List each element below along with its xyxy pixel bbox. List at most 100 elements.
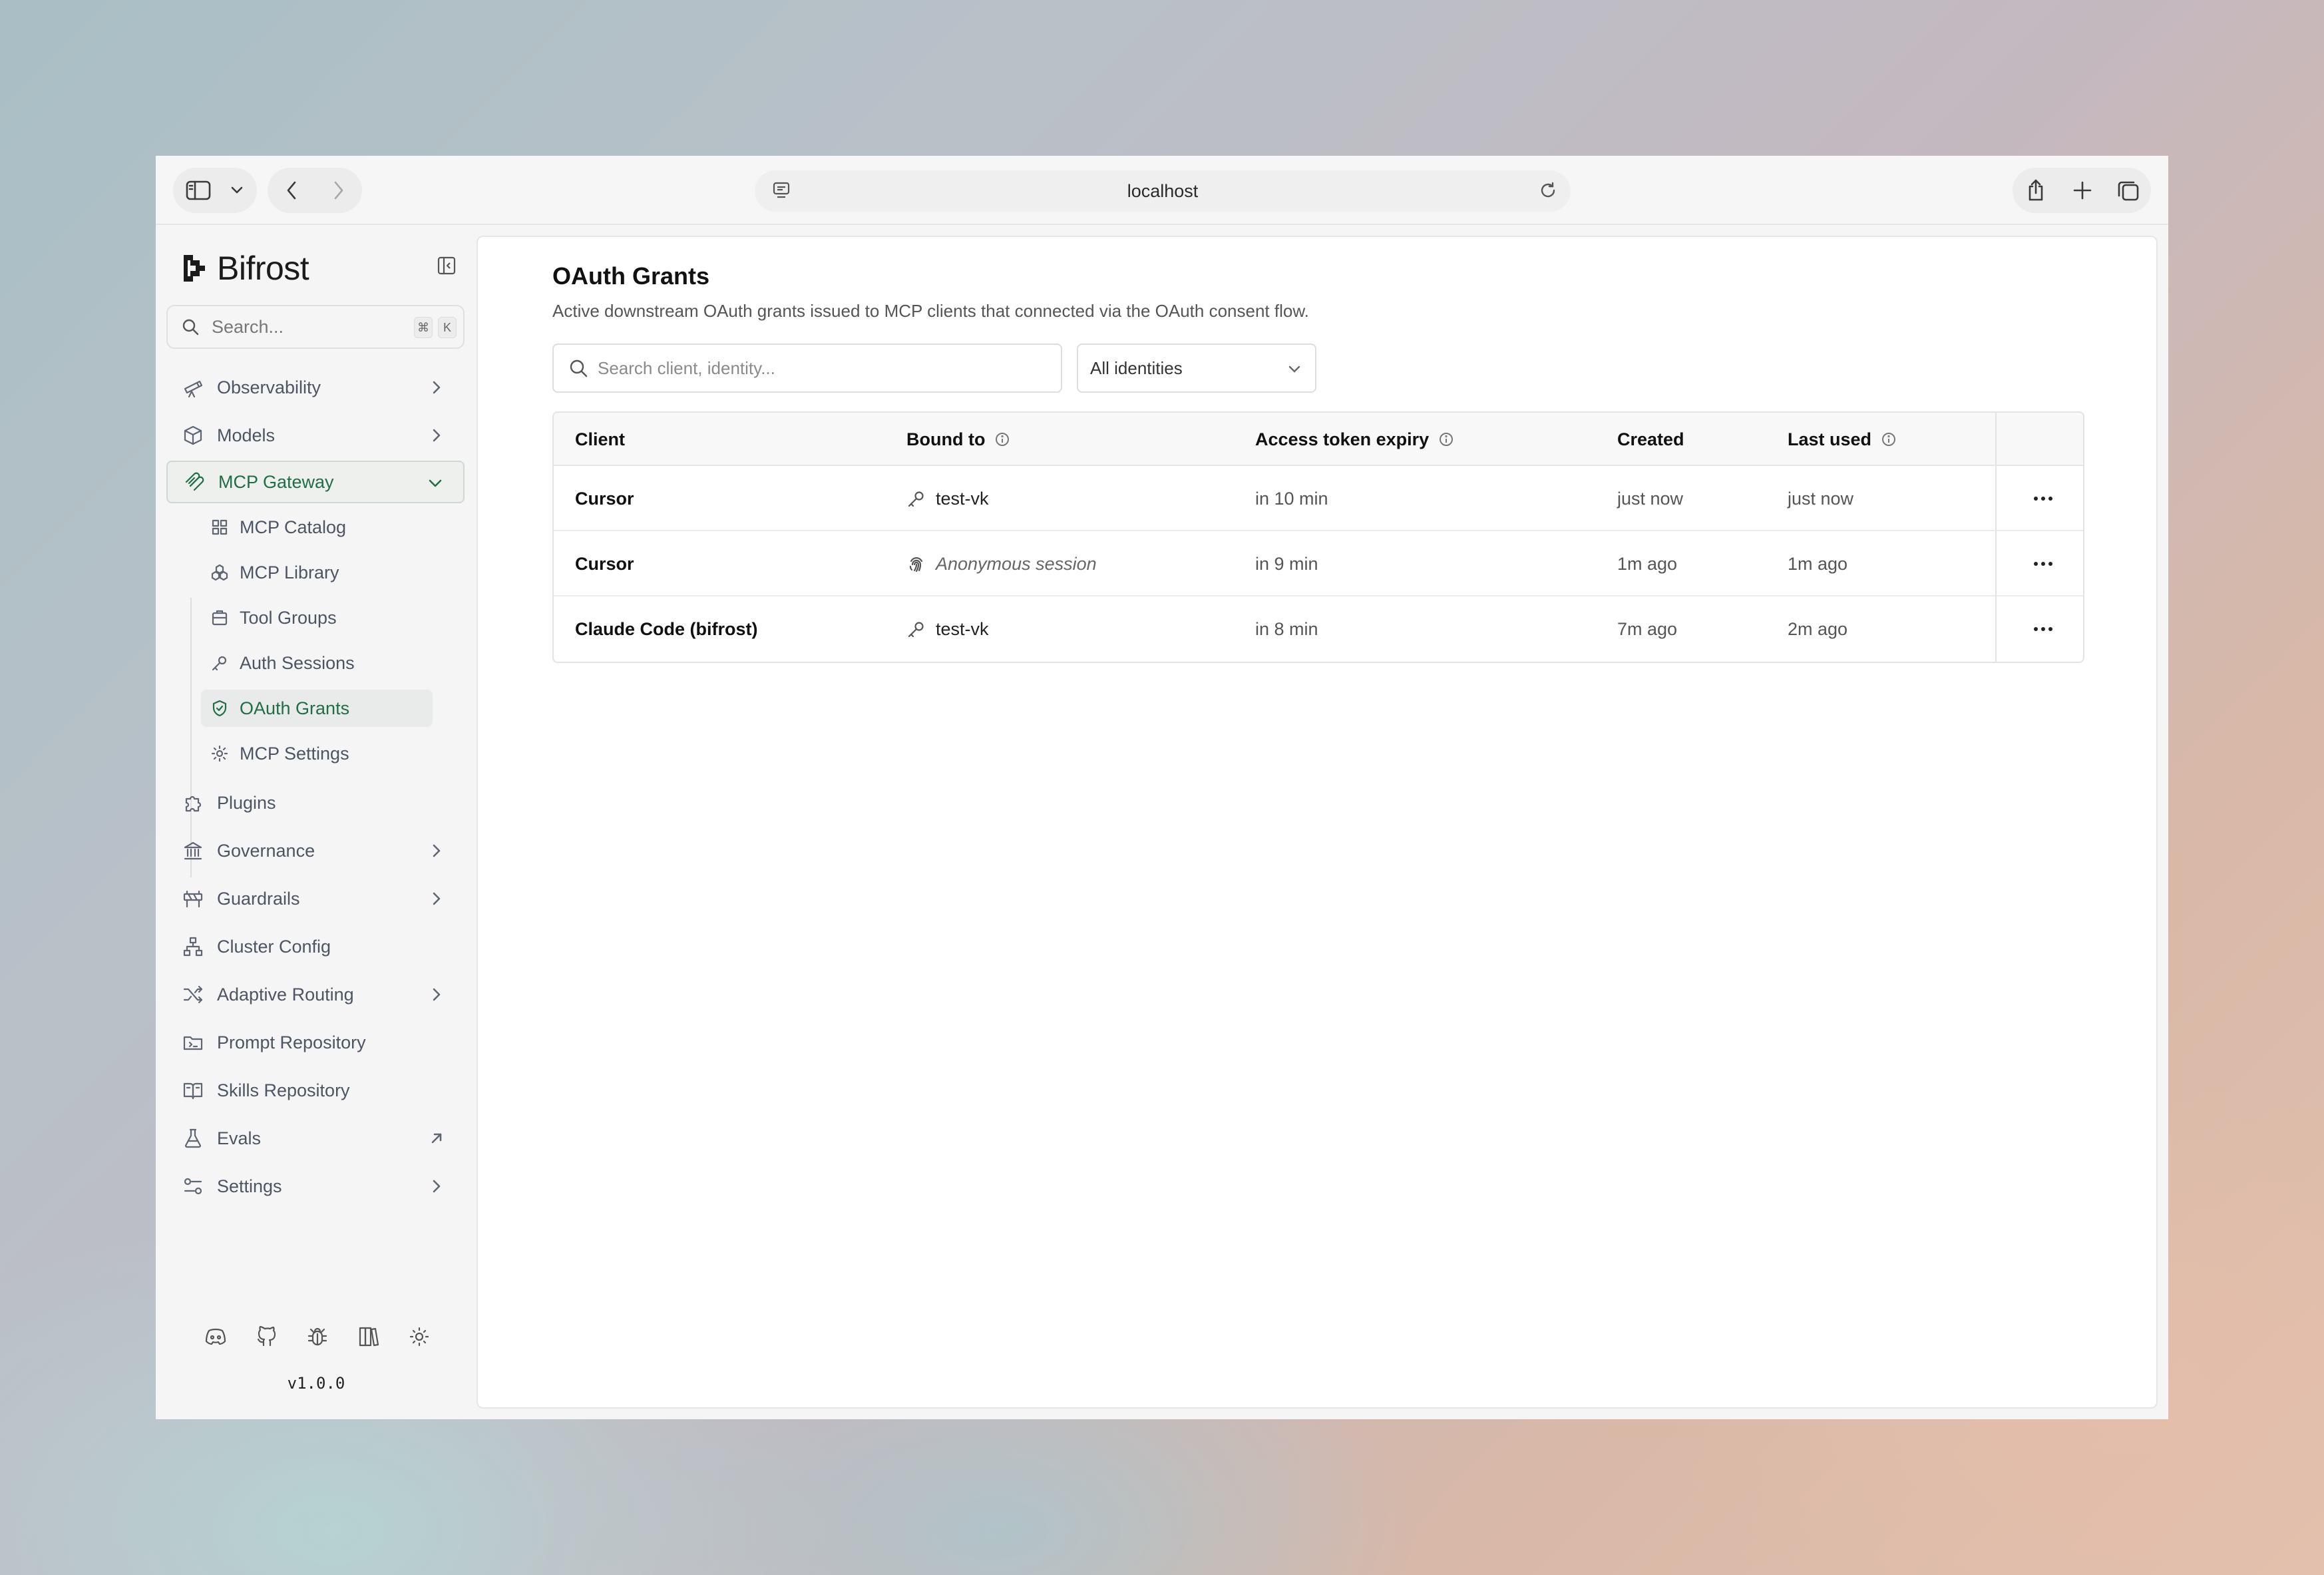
info-icon[interactable] [1438,431,1454,447]
sidebar-toggle-group [173,168,257,213]
grid-icon [210,518,229,537]
sidebar-item-mcp-gateway[interactable]: MCP Gateway [166,461,465,503]
github-icon[interactable] [252,1322,282,1351]
chevron-down-icon [1286,361,1303,378]
row-actions-icon[interactable] [2030,466,2056,531]
sidebar-item-label: Observability [217,377,321,397]
column-label: Client [575,429,626,449]
info-icon[interactable] [1881,431,1897,447]
row-actions-icon[interactable] [2030,596,2056,662]
discord-icon[interactable] [201,1322,230,1351]
sidebar-item-oauth-grants[interactable]: OAuth Grants [201,690,433,727]
key-icon [906,619,926,639]
info-icon[interactable] [994,431,1010,447]
cell-bound-to: test-vk [906,596,989,662]
cell-client: Claude Code (bifrost) [575,618,758,639]
cell-expiry: in 8 min [1255,618,1318,639]
sun-icon[interactable] [405,1322,434,1351]
search-icon [570,359,588,377]
chevron-down-icon [426,474,445,493]
new-tab-icon[interactable] [2059,168,2106,213]
share-icon[interactable] [2013,168,2059,213]
cell-last-used: just now [1788,488,1854,509]
app-logo[interactable]: Bifrost [182,249,309,288]
chevron-right-icon [427,889,446,908]
reload-icon[interactable] [1539,181,1557,203]
kbd-k: K [438,317,457,338]
sidebar-item-governance[interactable]: Governance [166,829,465,872]
bound-to-label: test-vk [936,618,989,639]
sidebar-item-observability[interactable]: Observability [166,366,465,409]
sidebar-item-settings[interactable]: Settings [166,1165,465,1208]
sidebar-item-label: Skills Repository [217,1080,350,1100]
chevron-right-icon [427,985,446,1004]
sidebar-item-mcp-catalog[interactable]: MCP Catalog [201,509,433,546]
sidebar-item-label: Prompt Repository [217,1032,366,1052]
network-icon [181,935,205,959]
tab-overview-icon[interactable] [2106,168,2151,213]
docs-icon[interactable] [354,1322,383,1351]
sidebar-item-label: MCP Library [240,562,339,582]
table-row[interactable]: Cursor test-vk in 10 min just now just n… [554,466,2083,531]
forward-icon[interactable] [315,168,362,213]
sidebar-item-prompt-repository[interactable]: Prompt Repository [166,1021,465,1064]
sidebar-item-adaptive-routing[interactable]: Adaptive Routing [166,973,465,1016]
back-icon[interactable] [268,168,315,213]
sidebar-item-evals[interactable]: Evals [166,1117,465,1160]
search-icon [182,319,199,336]
boxes-icon [210,563,229,582]
sidebar-item-label: Tool Groups [240,607,337,628]
browser-window: localhost Bifrost Search... ⌘ K Observab… [156,156,2168,1419]
kbd-cmd: ⌘ [414,317,433,338]
search-placeholder: Search... [212,316,284,337]
sidebar-item-label: Settings [217,1176,282,1196]
sidebar-item-label: Plugins [217,792,276,813]
chevron-down-icon[interactable] [224,168,250,213]
sidebar-item-tool-groups[interactable]: Tool Groups [201,599,433,636]
sidebar-item-label: Auth Sessions [240,652,355,673]
key-icon [906,489,926,509]
telescope-icon [181,375,205,399]
fingerprint-icon [906,554,926,574]
sidebar-item-auth-sessions[interactable]: Auth Sessions [201,644,433,682]
address-bar[interactable]: localhost [755,170,1571,212]
chevron-right-icon [427,1177,446,1196]
sidebar-item-label: Adaptive Routing [217,984,354,1005]
row-actions-icon[interactable] [2030,531,2056,596]
shuffle-icon [181,983,205,1007]
sidebar-toggle-icon[interactable] [173,168,224,213]
cell-client: Cursor [575,553,634,574]
cell-bound-to: Anonymous session [906,531,1097,596]
sidebar-item-mcp-library[interactable]: MCP Library [201,554,433,591]
column-header-created: Created [1617,413,1684,466]
sidebar-search-input[interactable]: Search... ⌘ K [166,305,465,349]
page-description: Active downstream OAuth grants issued to… [552,301,1309,321]
sidebar-item-mcp-settings[interactable]: MCP Settings [201,735,433,772]
sidebar-item-skills-repository[interactable]: Skills Repository [166,1069,465,1112]
bug-icon[interactable] [303,1322,332,1351]
cell-last-used: 2m ago [1788,618,1848,639]
cell-last-used: 1m ago [1788,553,1848,574]
history-nav-group [268,168,362,213]
sidebar-item-guardrails[interactable]: Guardrails [166,877,465,920]
chevron-right-icon [427,841,446,860]
book-icon [181,1078,205,1102]
barrier-icon [181,887,205,911]
window-actions-group [2013,168,2151,213]
cell-expiry: in 10 min [1255,488,1328,509]
column-header-last-used: Last used [1788,413,1897,466]
app-version: v1.0.0 [287,1374,345,1393]
app-name: Bifrost [217,250,309,287]
table-row[interactable]: Cursor Anonymous session in 9 min 1m ago… [554,531,2083,596]
gear-icon [210,744,229,763]
folder-icon [181,1030,205,1054]
sidebar-item-models[interactable]: Models [166,414,465,457]
identity-filter-select[interactable]: All identities [1077,343,1316,393]
sidebar-item-cluster-config[interactable]: Cluster Config [166,925,465,968]
grant-search-input[interactable]: Search client, identity... [552,343,1062,393]
puzzle-icon [181,791,205,815]
table-row[interactable]: Claude Code (bifrost) test-vk in 8 min 7… [554,596,2083,662]
key-icon [210,654,229,672]
sidebar-item-plugins[interactable]: Plugins [166,782,465,824]
collapse-sidebar-icon[interactable] [435,254,458,277]
